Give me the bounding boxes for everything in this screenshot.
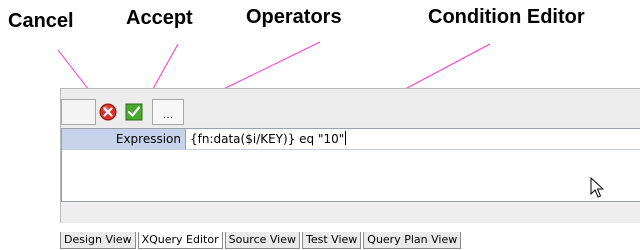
- condition-toolbar: ...: [61, 89, 640, 127]
- expression-row: Expression {fn:data($i/KEY)} eq "10": [62, 129, 640, 150]
- mouse-pointer-icon: [590, 177, 604, 198]
- expression-label: Expression: [62, 129, 186, 149]
- view-tab-bar: Design View XQuery Editor Source View Te…: [60, 232, 463, 250]
- tab-source-view[interactable]: Source View: [224, 232, 301, 249]
- callout-accept: Accept: [126, 7, 193, 29]
- tab-xquery-editor[interactable]: XQuery Editor: [137, 232, 223, 249]
- expression-input[interactable]: {fn:data($i/KEY)} eq "10": [190, 129, 638, 149]
- callout-operators: Operators: [246, 6, 342, 28]
- callout-condition-editor: Condition Editor: [428, 6, 585, 28]
- toolbar-handle: [61, 99, 96, 125]
- tab-test-view[interactable]: Test View: [302, 232, 362, 249]
- cancel-button[interactable]: [97, 101, 119, 123]
- text-caret: [345, 131, 347, 145]
- tab-query-plan-view[interactable]: Query Plan View: [363, 232, 462, 249]
- cancel-icon: [99, 103, 117, 121]
- callout-cancel: Cancel: [8, 10, 74, 32]
- accept-button[interactable]: [123, 101, 145, 123]
- accept-icon: [125, 103, 143, 121]
- expression-value: {fn:data($i/KEY)} eq "10": [190, 132, 345, 146]
- condition-editor[interactable]: Expression {fn:data($i/KEY)} eq "10": [61, 128, 640, 202]
- condition-editor-panel: ... Expression {fn:data($i/KEY)} eq "10": [60, 88, 640, 223]
- operators-button[interactable]: ...: [152, 99, 184, 125]
- tab-design-view[interactable]: Design View: [60, 232, 136, 249]
